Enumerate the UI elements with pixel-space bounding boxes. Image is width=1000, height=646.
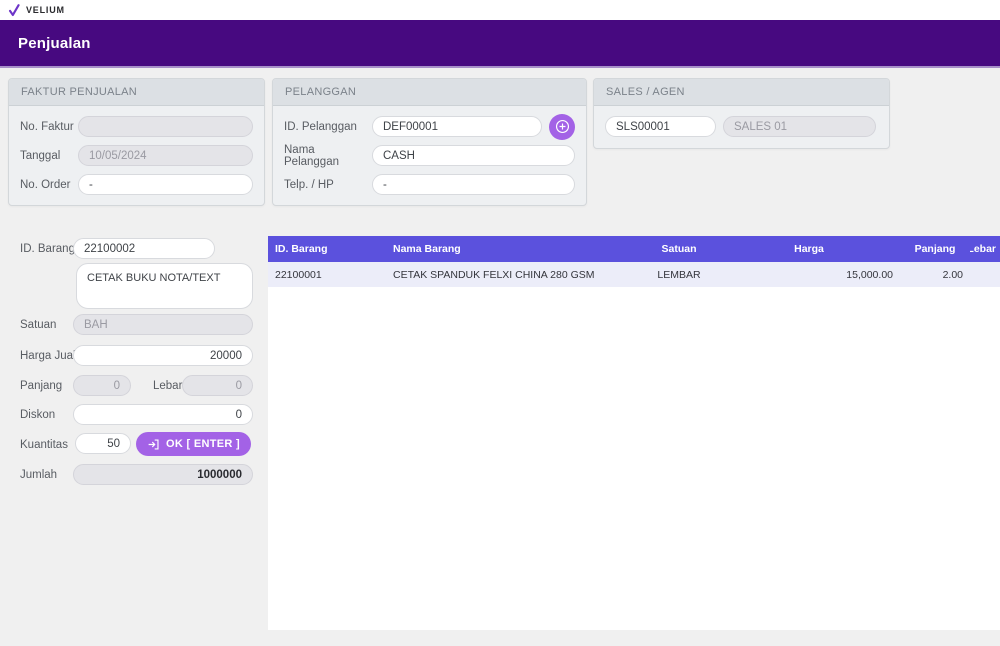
id-pelanggan-label: ID. Pelanggan — [284, 121, 372, 133]
jumlah-label: Jumlah — [20, 469, 57, 481]
col-header-panjang[interactable]: Panjang — [900, 236, 970, 262]
ok-enter-button-label: OK [ ENTER ] — [166, 438, 240, 450]
sales-id-input[interactable] — [605, 116, 716, 137]
no-faktur-input[interactable] — [78, 116, 253, 137]
panel-sales-title: SALES / AGEN — [594, 79, 889, 106]
lebar-input[interactable] — [182, 375, 253, 396]
add-customer-button[interactable] — [549, 114, 575, 140]
nama-barang-textarea[interactable]: CETAK BUKU NOTA/TEXT — [76, 263, 253, 309]
cell-satuan: LEMBAR — [640, 262, 718, 287]
check-icon — [8, 4, 21, 17]
col-header-harga[interactable]: Harga — [718, 236, 900, 262]
field-nama-pelanggan: Nama Pelanggan — [284, 141, 575, 170]
col-header-nama-barang[interactable]: Nama Barang — [386, 236, 640, 262]
col-header-satuan[interactable]: Satuan — [640, 236, 718, 262]
panel-faktur-penjualan: FAKTUR PENJUALAN No. Faktur Tanggal No. … — [8, 78, 265, 206]
items-table: ID. Barang Nama Barang Satuan Harga Panj… — [268, 236, 1000, 630]
field-tanggal: Tanggal — [20, 141, 253, 170]
id-barang-input[interactable] — [73, 238, 215, 259]
harga-jual-input[interactable] — [73, 345, 253, 366]
nama-pelanggan-label: Nama Pelanggan — [284, 144, 372, 168]
field-id-pelanggan: ID. Pelanggan — [284, 112, 575, 141]
cell-lebar — [970, 262, 1000, 287]
col-header-lebar[interactable]: Lebar — [970, 236, 1000, 262]
field-no-order: No. Order — [20, 170, 253, 199]
no-faktur-label: No. Faktur — [20, 121, 78, 133]
col-header-id-barang[interactable]: ID. Barang — [268, 236, 386, 262]
panjang-input[interactable] — [73, 375, 131, 396]
brand-logo[interactable]: VELIUM — [8, 4, 65, 17]
tanggal-label: Tanggal — [20, 150, 78, 162]
telp-hp-input[interactable] — [372, 174, 575, 195]
diskon-label: Diskon — [20, 409, 55, 421]
cell-id-barang: 22100001 — [268, 262, 386, 287]
top-brand-bar: VELIUM — [0, 0, 1000, 20]
jumlah-input[interactable] — [73, 464, 253, 485]
field-sales — [605, 112, 878, 141]
panel-pelanggan-title: PELANGGAN — [273, 79, 586, 106]
field-telp-hp: Telp. / HP — [284, 170, 575, 199]
page-title: Penjualan — [18, 35, 91, 52]
no-order-label: No. Order — [20, 179, 78, 191]
brand-name: VELIUM — [26, 5, 65, 15]
cell-harga: 15,000.00 — [718, 262, 900, 287]
enter-icon — [147, 438, 160, 451]
id-barang-label: ID. Barang — [20, 243, 75, 255]
satuan-label: Satuan — [20, 319, 56, 331]
id-pelanggan-input[interactable] — [372, 116, 542, 137]
cell-panjang: 2.00 — [900, 262, 970, 287]
diskon-input[interactable] — [73, 404, 253, 425]
satuan-input[interactable] — [73, 314, 253, 335]
sales-name-input[interactable] — [723, 116, 876, 137]
panjang-label: Panjang — [20, 380, 62, 392]
kuantitas-label: Kuantitas — [20, 439, 68, 451]
kuantitas-input[interactable] — [75, 433, 131, 454]
page-title-bar: Penjualan — [0, 20, 1000, 68]
table-row[interactable]: 22100001 CETAK SPANDUK FELXI CHINA 280 G… — [268, 262, 1000, 287]
tanggal-input[interactable] — [78, 145, 253, 166]
ok-enter-button[interactable]: OK [ ENTER ] — [136, 432, 251, 456]
table-header-row: ID. Barang Nama Barang Satuan Harga Panj… — [268, 236, 1000, 262]
panel-pelanggan: PELANGGAN ID. Pelanggan Nama Pelanggan T… — [272, 78, 587, 206]
cell-nama-barang: CETAK SPANDUK FELXI CHINA 280 GSM — [386, 262, 640, 287]
lebar-label: Lebar — [153, 380, 182, 392]
plus-circle-icon — [554, 118, 571, 135]
telp-hp-label: Telp. / HP — [284, 179, 372, 191]
harga-jual-label: Harga Jual — [20, 350, 76, 362]
no-order-input[interactable] — [78, 174, 253, 195]
field-no-faktur: No. Faktur — [20, 112, 253, 141]
nama-pelanggan-input[interactable] — [372, 145, 575, 166]
panel-faktur-title: FAKTUR PENJUALAN — [9, 79, 264, 106]
panel-sales-agen: SALES / AGEN — [593, 78, 890, 149]
